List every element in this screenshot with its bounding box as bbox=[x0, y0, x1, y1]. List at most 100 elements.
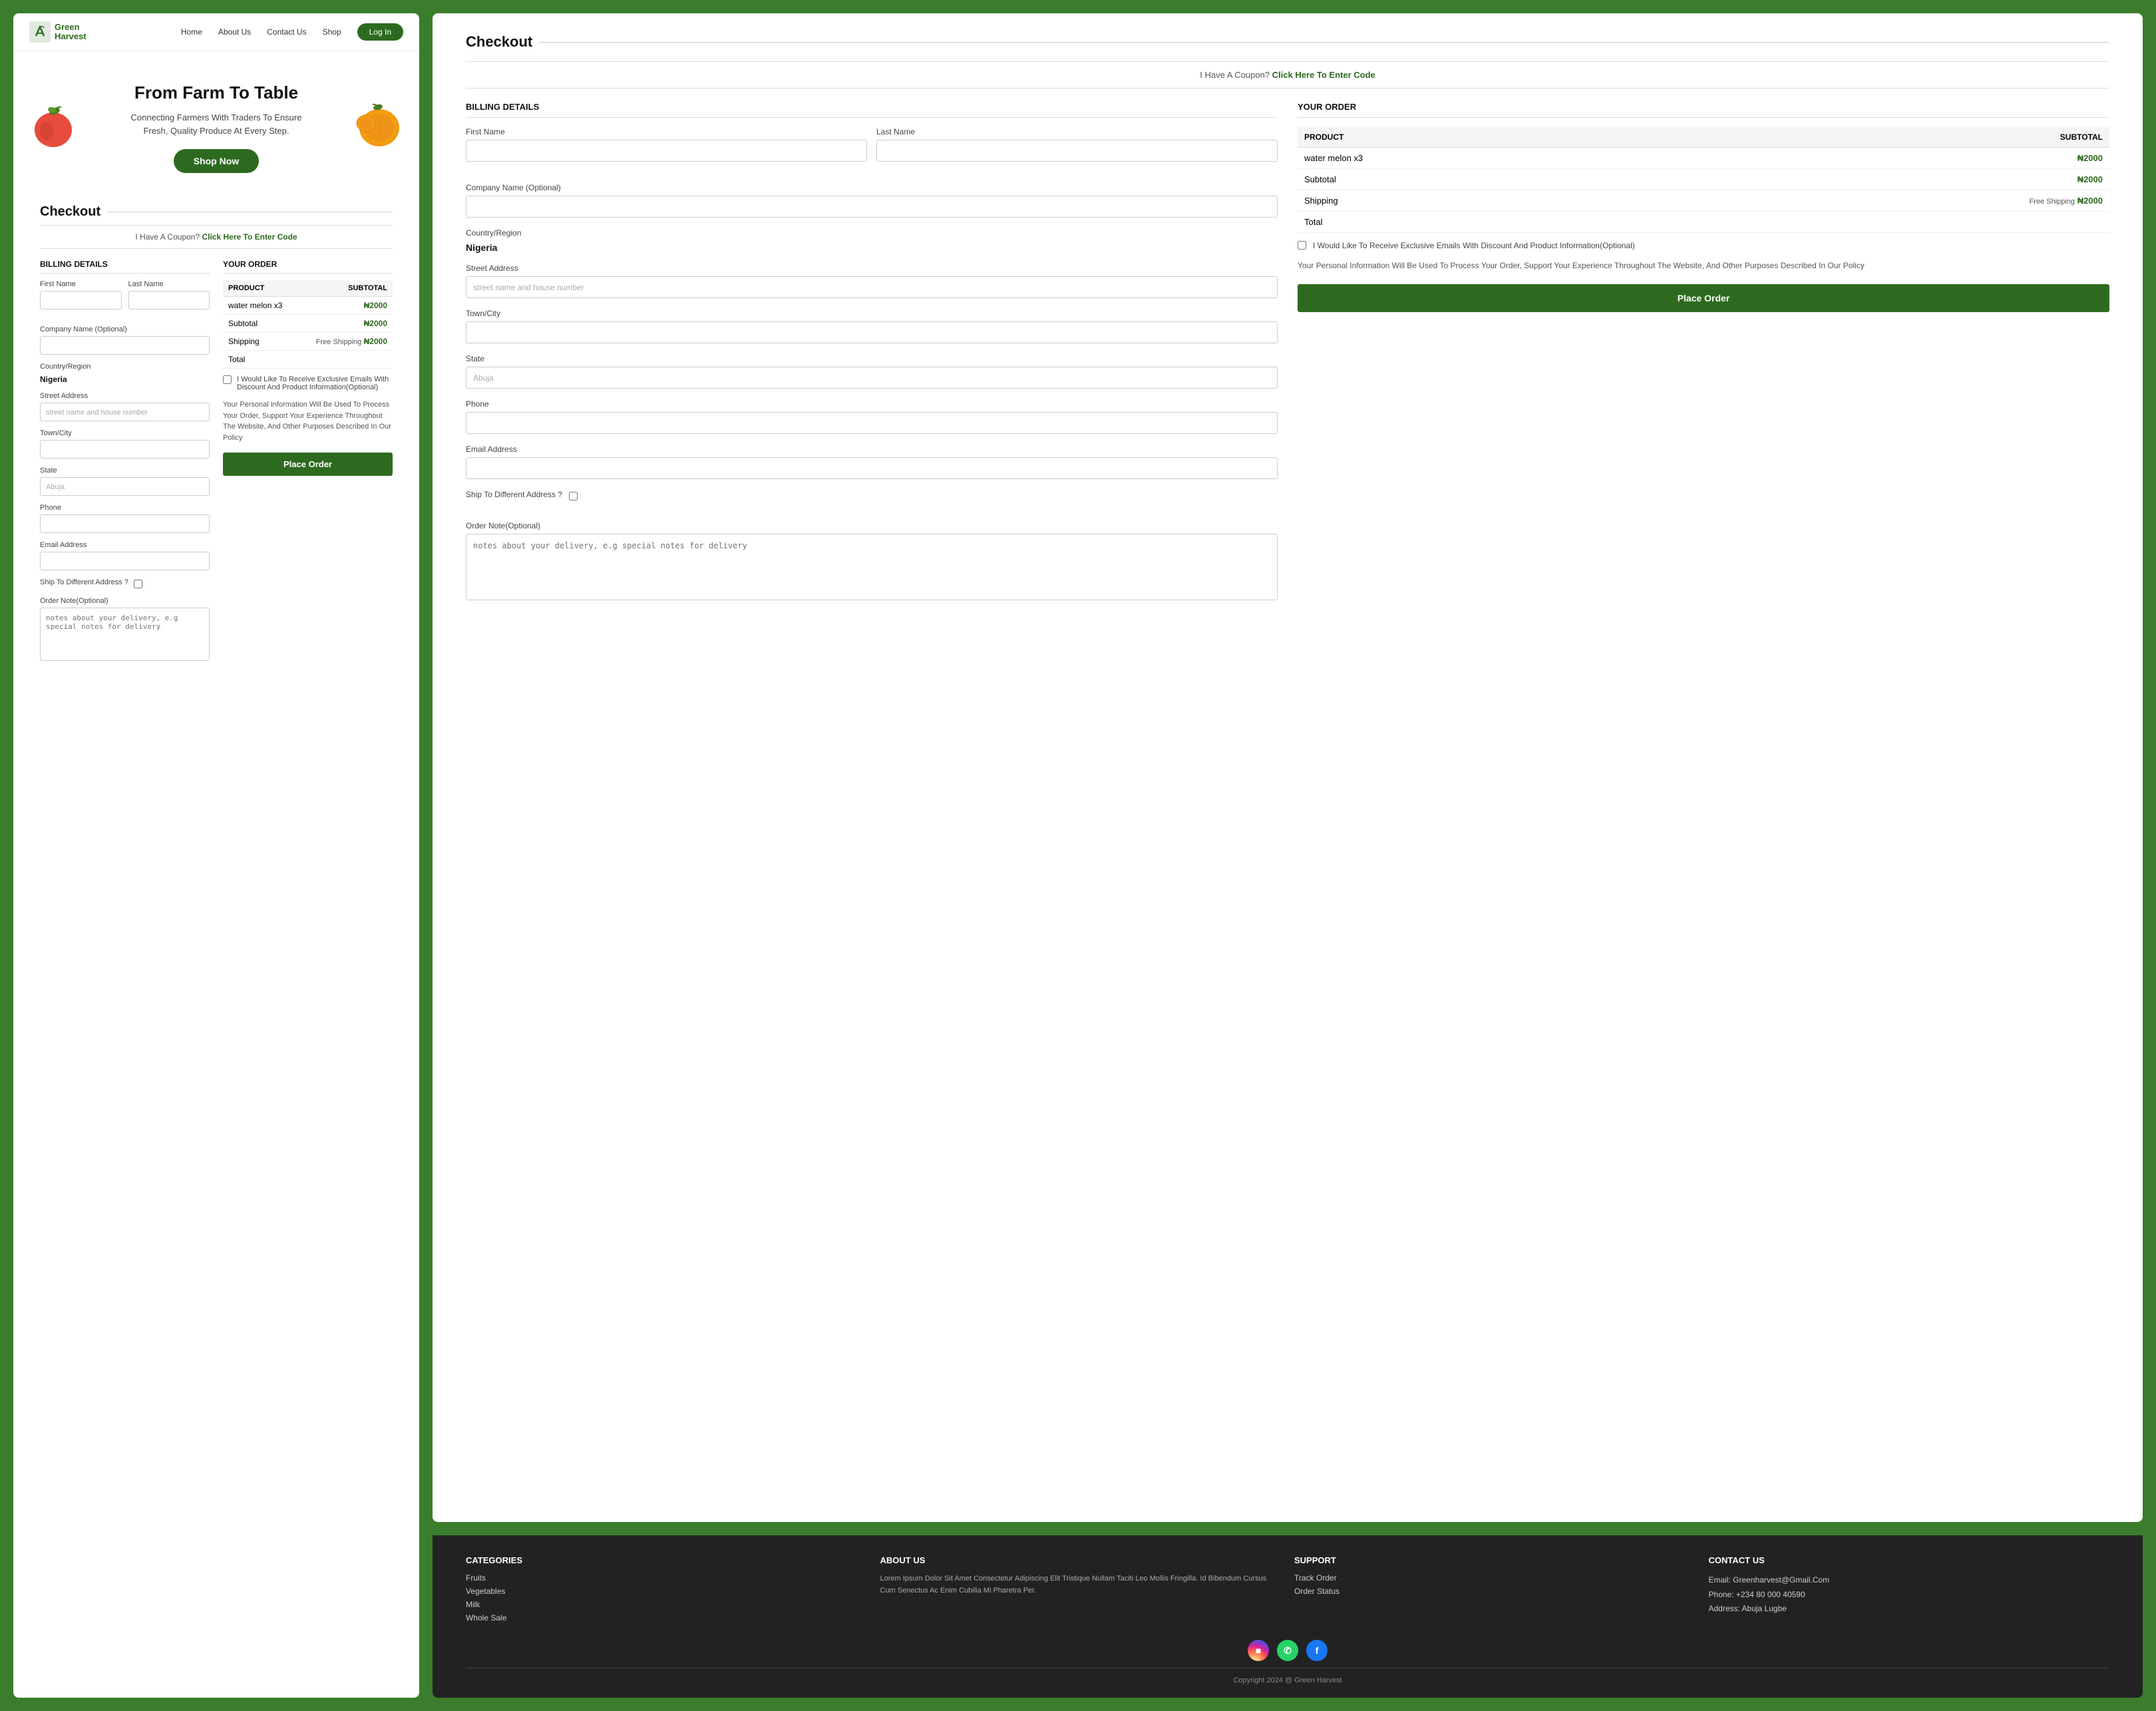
billing-col-left: BILLING DETAILS First Name Last Name Com… bbox=[40, 260, 210, 669]
support-status[interactable]: Order Status bbox=[1294, 1587, 1696, 1596]
first-name-label-right: First Name bbox=[466, 127, 867, 136]
nav-about[interactable]: About Us bbox=[218, 27, 251, 37]
email-checkbox-row-left: I Would Like To Receive Exclusive Emails… bbox=[223, 375, 393, 391]
instagram-icon[interactable]: ■ bbox=[1248, 1640, 1269, 1661]
email-checkbox-left[interactable] bbox=[223, 375, 232, 384]
about-title: ABOUT US bbox=[880, 1555, 1282, 1565]
town-input-left[interactable] bbox=[40, 440, 210, 459]
order-table-left: PRODUCT SUBTOTAL water melon x3 ₦2000 Su… bbox=[223, 280, 393, 369]
shop-now-button[interactable]: Shop Now bbox=[174, 149, 259, 173]
order-note-textarea-right[interactable] bbox=[466, 534, 1278, 600]
phone-label-left: Phone bbox=[40, 504, 210, 512]
coupon-bar-left: I Have A Coupon? Click Here To Enter Cod… bbox=[40, 225, 393, 249]
nav-links: Home About Us Contact Us Shop Log In bbox=[181, 23, 403, 41]
company-input-right[interactable] bbox=[466, 196, 1278, 218]
street-input-left[interactable] bbox=[40, 403, 210, 421]
contact-phone: Phone: +234 80 000 40590 bbox=[1709, 1588, 2110, 1603]
subtotal-col-right: SUBTOTAL bbox=[1666, 127, 2109, 148]
state-label-right: State bbox=[466, 354, 1278, 363]
checkout-section-left: Checkout I Have A Coupon? Click Here To … bbox=[13, 198, 419, 682]
company-input-left[interactable] bbox=[40, 336, 210, 355]
logo-text: Green Harvest bbox=[55, 23, 87, 42]
ship-checkbox-right[interactable] bbox=[569, 492, 578, 500]
email-checkbox-right[interactable] bbox=[1298, 241, 1306, 250]
coupon-link-right[interactable]: Click Here To Enter Code bbox=[1272, 70, 1375, 80]
order-label-right: YOUR ORDER bbox=[1298, 102, 2109, 118]
coupon-link-left[interactable]: Click Here To Enter Code bbox=[202, 232, 297, 242]
last-name-input-left[interactable] bbox=[128, 291, 210, 309]
category-fruits[interactable]: Fruits bbox=[466, 1573, 867, 1583]
facebook-icon[interactable]: f bbox=[1306, 1640, 1328, 1661]
order-label-left: YOUR ORDER bbox=[223, 260, 393, 274]
footer: CATEGORIES Fruits Vegetables Milk Whole … bbox=[433, 1535, 2143, 1698]
billing-order-grid-right: BILLING DETAILS First Name Last Name Com… bbox=[466, 102, 2109, 611]
subtotal-row-right: Subtotal ₦2000 bbox=[1298, 169, 2109, 190]
whatsapp-icon[interactable]: ✆ bbox=[1277, 1640, 1298, 1661]
support-track[interactable]: Track Order bbox=[1294, 1573, 1696, 1583]
ship-checkbox-left[interactable] bbox=[134, 580, 142, 588]
contact-title: CONTACT US bbox=[1709, 1555, 2110, 1565]
left-panel: Green Harvest Home About Us Contact Us S… bbox=[13, 13, 419, 1698]
footer-copyright: Copyright 2024 @ Green Harvest bbox=[466, 1668, 2109, 1684]
hero-title: From Farm To Table bbox=[100, 83, 333, 103]
order-col-left: YOUR ORDER PRODUCT SUBTOTAL water melon … bbox=[223, 260, 393, 669]
total-row-right: Total bbox=[1298, 212, 2109, 233]
billing-label-right: BILLING DETAILS bbox=[466, 102, 1278, 118]
town-input-right[interactable] bbox=[466, 321, 1278, 343]
subtotal-row-left: Subtotal ₦2000 bbox=[223, 315, 393, 333]
footer-about: ABOUT US Lorem Ipsum Dolor Sit Amet Cons… bbox=[880, 1555, 1282, 1626]
phone-input-right[interactable] bbox=[466, 412, 1278, 434]
order-note-textarea-left[interactable] bbox=[40, 608, 210, 661]
country-label-left: Country/Region bbox=[40, 363, 210, 371]
category-wholesale[interactable]: Whole Sale bbox=[466, 1613, 867, 1622]
email-checkbox-row-right: I Would Like To Receive Exclusive Emails… bbox=[1298, 241, 2109, 250]
categories-title: CATEGORIES bbox=[466, 1555, 867, 1565]
town-label-left: Town/City bbox=[40, 429, 210, 437]
nav-shop[interactable]: Shop bbox=[323, 27, 341, 37]
first-name-label-left: First Name bbox=[40, 280, 122, 288]
hero-section: From Farm To Table Connecting Farmers Wi… bbox=[13, 51, 419, 198]
email-input-left[interactable] bbox=[40, 552, 210, 570]
state-input-right[interactable] bbox=[466, 367, 1278, 389]
login-button[interactable]: Log In bbox=[357, 23, 403, 41]
category-milk[interactable]: Milk bbox=[466, 1600, 867, 1609]
logo-icon bbox=[29, 21, 51, 43]
first-name-input-left[interactable] bbox=[40, 291, 122, 309]
hero-fruit-right bbox=[346, 98, 406, 158]
street-input-right[interactable] bbox=[466, 276, 1278, 298]
email-input-right[interactable] bbox=[466, 457, 1278, 479]
last-name-label-right: Last Name bbox=[876, 127, 1278, 136]
orange-icon bbox=[346, 98, 406, 151]
product-col-left: PRODUCT bbox=[223, 280, 298, 297]
checkout-title-right: Checkout bbox=[466, 33, 2109, 51]
phone-label-right: Phone bbox=[466, 399, 1278, 409]
shipping-row-left: Shipping Free Shipping ₦2000 bbox=[223, 333, 393, 351]
billing-order-grid-left: BILLING DETAILS First Name Last Name Com… bbox=[40, 260, 393, 669]
nav-contact[interactable]: Contact Us bbox=[267, 27, 306, 37]
privacy-note-right: Your Personal Information Will Be Used T… bbox=[1298, 260, 2109, 272]
order-note-label-right: Order Note(Optional) bbox=[466, 521, 1278, 530]
last-name-input-right[interactable] bbox=[876, 140, 1278, 162]
place-order-btn-left[interactable]: Place Order bbox=[223, 453, 393, 476]
billing-col-right: BILLING DETAILS First Name Last Name Com… bbox=[466, 102, 1278, 611]
navbar: Green Harvest Home About Us Contact Us S… bbox=[13, 13, 419, 51]
phone-input-left[interactable] bbox=[40, 514, 210, 533]
state-input-left[interactable] bbox=[40, 477, 210, 496]
hero-subtitle: Connecting Farmers With Traders To Ensur… bbox=[100, 111, 333, 137]
footer-contact: CONTACT US Email: Greenharvest@Gmail.Com… bbox=[1709, 1555, 2110, 1626]
nav-home[interactable]: Home bbox=[181, 27, 202, 37]
first-name-input-right[interactable] bbox=[466, 140, 867, 162]
ship-label-right: Ship To Different Address ? bbox=[466, 490, 562, 499]
country-value-left: Nigeria bbox=[40, 375, 210, 384]
privacy-note-left: Your Personal Information Will Be Used T… bbox=[223, 399, 393, 443]
country-value-right: Nigeria bbox=[466, 242, 1278, 253]
logo: Green Harvest bbox=[29, 21, 87, 43]
product-row-right: water melon x3 ₦2000 bbox=[1298, 148, 2109, 169]
place-order-btn-right[interactable]: Place Order bbox=[1298, 284, 2109, 312]
footer-support: SUPPORT Track Order Order Status bbox=[1294, 1555, 1696, 1626]
order-col-right: YOUR ORDER PRODUCT SUBTOTAL water melon … bbox=[1298, 102, 2109, 611]
country-label-right: Country/Region bbox=[466, 228, 1278, 238]
category-vegetables[interactable]: Vegetables bbox=[466, 1587, 867, 1596]
town-label-right: Town/City bbox=[466, 309, 1278, 318]
street-label-left: Street Address bbox=[40, 392, 210, 400]
